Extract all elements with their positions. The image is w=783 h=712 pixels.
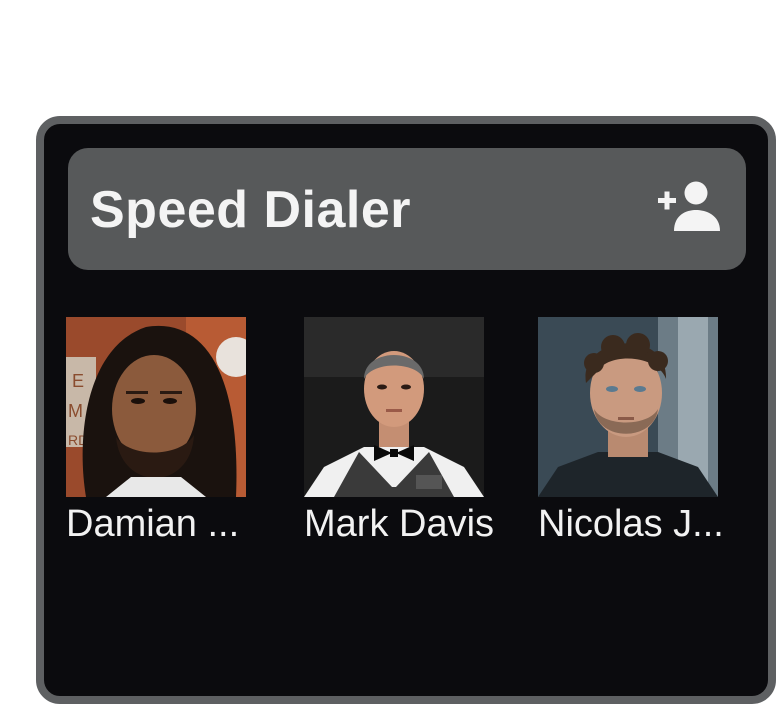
svg-text:E: E <box>72 371 84 391</box>
contact-name: Nicolas J... <box>538 503 724 545</box>
svg-text:M: M <box>68 401 83 421</box>
widget-header: Speed Dialer <box>68 148 746 270</box>
contact-item-damian[interactable]: E M RDS Damian ... <box>66 317 276 567</box>
add-contact-button[interactable] <box>654 179 726 237</box>
contact-photo-nicolas <box>538 317 718 497</box>
contact-name: Mark Davis <box>304 503 495 545</box>
widget-title: Speed Dialer <box>90 181 412 239</box>
contacts-grid: E M RDS Damian ... Mark Davis Nicolas J.… <box>66 317 762 577</box>
contact-name: Damian ... <box>66 503 240 545</box>
contact-item-mark[interactable]: Mark Davis <box>304 317 514 567</box>
contact-photo-mark <box>304 317 484 497</box>
person-add-icon <box>658 181 720 231</box>
contact-photo-damian: E M RDS <box>66 317 246 497</box>
contact-item-nicolas[interactable]: Nicolas J... <box>538 317 748 567</box>
speed-dialer-widget: Speed Dialer E M RDS Damian ... Mark Dav… <box>36 116 776 704</box>
